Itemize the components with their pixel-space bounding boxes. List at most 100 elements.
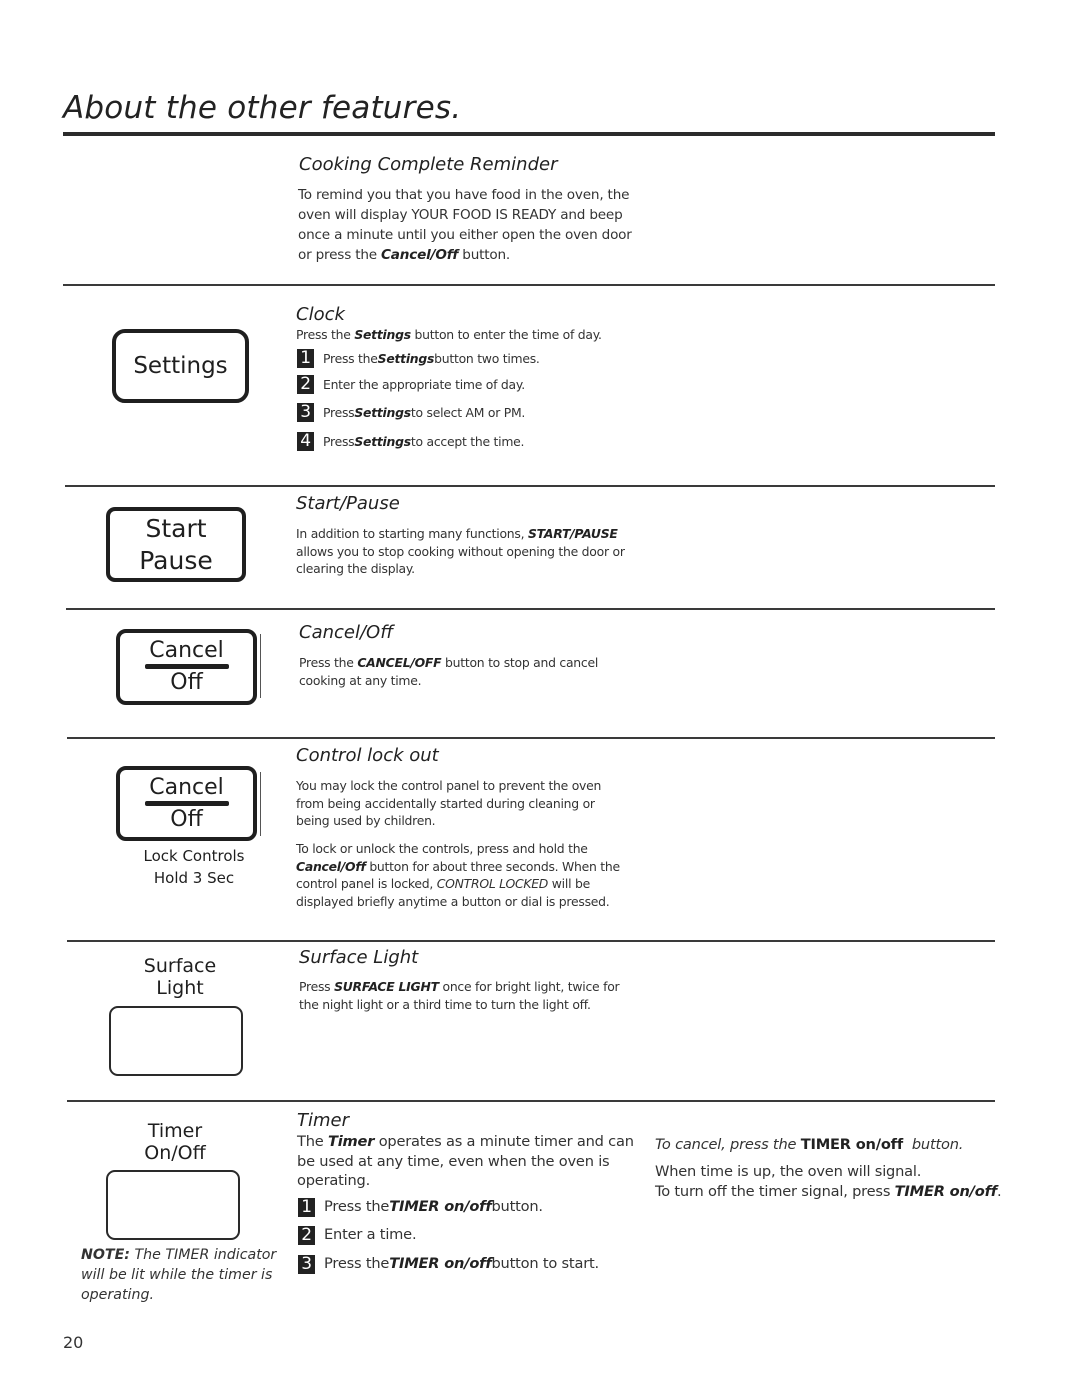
start-key-label: Start [145, 513, 207, 543]
settings-emphasis: Settings [354, 404, 411, 420]
settings-emphasis: Settings [377, 350, 435, 366]
surface-light-key-caption: Surface Light [110, 955, 250, 999]
cooking-complete-text: To remind you that you have food in the … [298, 185, 638, 265]
text-part: Enter a time. [324, 1226, 417, 1243]
text-part: button. [491, 1198, 543, 1215]
page-number: 20 [63, 1333, 84, 1352]
control-lock-para-1: You may lock the control panel to preven… [296, 778, 602, 828]
step-number-icon: 3 [297, 403, 314, 422]
timer-on-off-emphasis: TIMER on/off [894, 1182, 997, 1200]
cooking-complete-heading: Cooking Complete Reminder [299, 154, 558, 175]
text-part: In addition to starting many functions, [296, 526, 528, 541]
timer-on-off-emphasis: TIMER on/off [389, 1255, 492, 1272]
off-key-label: Off [170, 670, 203, 695]
hold-caption-line: Hold 3 Sec [153, 869, 235, 887]
start-pause-emphasis: START/PAUSE [527, 526, 618, 541]
clock-step: 4 Press Settings to accept the time. [297, 432, 642, 451]
section-divider [65, 485, 995, 487]
timer-heading: Timer [297, 1110, 350, 1131]
text-part: Press [323, 404, 355, 420]
step-number-icon: 3 [298, 1254, 315, 1274]
step-number-icon: 2 [298, 1225, 315, 1245]
text-part: Press the [299, 655, 358, 670]
cancel-off-text: Press the CANCEL/OFF button to stop and … [299, 654, 629, 689]
timer-signal-text: When time is up, the oven will signal. T… [655, 1162, 1015, 1201]
text-part: To turn off the timer signal, press [655, 1182, 895, 1200]
text-part: Press [299, 979, 335, 994]
turnoff-line: To turn off the timer signal, press TIME… [655, 1182, 1015, 1202]
section-divider [67, 737, 995, 739]
step-number-icon: 1 [298, 1197, 315, 1217]
text-part: allows you to stop cooking without openi… [296, 543, 625, 577]
lock-controls-key[interactable]: Cancel Off [116, 766, 257, 841]
cancel-key-label: Cancel [149, 774, 224, 800]
timer-on-off-key[interactable] [106, 1170, 240, 1240]
start-pause-heading: Start/Pause [296, 493, 400, 514]
timer-key-caption: Timer On/Off [105, 1120, 245, 1164]
timer-on-off-emphasis: TIMER on/off [389, 1198, 492, 1215]
text-part: Press the [296, 327, 355, 342]
control-lock-para-2: To lock or unlock the controls, press an… [296, 840, 631, 910]
note-label: NOTE: [81, 1247, 130, 1263]
surface-light-key[interactable] [109, 1006, 243, 1076]
key-edge-line [260, 634, 261, 698]
surface-light-text: Press SURFACE LIGHT once for bright ligh… [299, 978, 639, 1013]
light-caption-line: Light [156, 977, 204, 999]
cancel-off-key[interactable]: Cancel Off [116, 629, 257, 705]
clock-heading: Clock [296, 304, 345, 325]
on-off-caption-line: On/Off [144, 1142, 206, 1164]
text-part: Press the [324, 1255, 390, 1272]
section-divider [67, 940, 995, 942]
text-part: To cancel, press the [655, 1136, 801, 1153]
timer-on-off-emphasis: TIMER on/off [800, 1136, 903, 1153]
text-part: The [297, 1133, 328, 1150]
text-part: To lock or unlock the controls, press an… [296, 841, 588, 856]
section-divider [63, 284, 995, 286]
settings-key-label: Settings [133, 352, 228, 379]
control-lock-heading: Control lock out [296, 745, 439, 766]
text-part: button to start. [491, 1255, 599, 1272]
signal-line: When time is up, the oven will signal. [655, 1163, 922, 1180]
step-number-icon: 2 [297, 375, 314, 394]
off-key-label: Off [170, 806, 203, 832]
settings-emphasis: Settings [354, 327, 411, 342]
settings-key[interactable]: Settings [112, 329, 249, 403]
text-part: Press [323, 433, 355, 449]
surface-caption-line: Surface [143, 955, 217, 977]
text-part: Press the [323, 350, 378, 366]
text-part: button to enter the time of day. [410, 327, 602, 342]
text-part: Press the [324, 1198, 390, 1215]
clock-step: 3 Press Settings to select AM or PM. [297, 403, 642, 422]
timer-step: 2 Enter a time. [298, 1225, 638, 1245]
clock-step: 2 Enter the appropriate time of day. [297, 375, 642, 394]
timer-step: 1 Press the TIMER on/off button. [298, 1197, 638, 1217]
start-pause-key[interactable]: Start Pause [106, 507, 246, 582]
cancel-key-label: Cancel [149, 638, 224, 663]
key-edge-line [260, 772, 261, 836]
text-part: Enter the appropriate time of day. [323, 376, 525, 392]
surface-light-emphasis: SURFACE LIGHT [334, 979, 439, 994]
lock-caption-line: Lock Controls [143, 847, 245, 865]
lock-controls-caption: Lock Controls Hold 3 Sec [124, 845, 264, 889]
pause-key-label: Pause [139, 545, 213, 575]
settings-emphasis: Settings [354, 433, 411, 449]
clock-intro: Press the Settings button to enter the t… [296, 326, 641, 344]
key-divider-bar [144, 664, 229, 669]
timer-note: NOTE: The TIMER indicator will be lit wh… [81, 1245, 281, 1305]
step-number-icon: 4 [297, 432, 314, 451]
text-part: button. [902, 1136, 964, 1153]
text-part: button. [458, 247, 511, 263]
cancel-off-emphasis: Cancel/Off [296, 858, 366, 874]
step-number-icon: 1 [297, 349, 314, 368]
section-divider [67, 1100, 995, 1102]
timer-caption-line: Timer [147, 1120, 203, 1142]
key-divider-bar [144, 800, 229, 806]
timer-intro: The Timer operates as a minute timer and… [297, 1132, 637, 1191]
control-locked-message: CONTROL LOCKED [436, 876, 549, 891]
start-pause-text: In addition to starting many functions, … [296, 525, 641, 578]
page-title: About the other features. [63, 90, 462, 126]
surface-light-heading: Surface Light [299, 947, 419, 968]
text-part: to select AM or PM. [410, 404, 526, 420]
text-part: . [996, 1182, 1002, 1200]
timer-emphasis: Timer [327, 1133, 375, 1150]
